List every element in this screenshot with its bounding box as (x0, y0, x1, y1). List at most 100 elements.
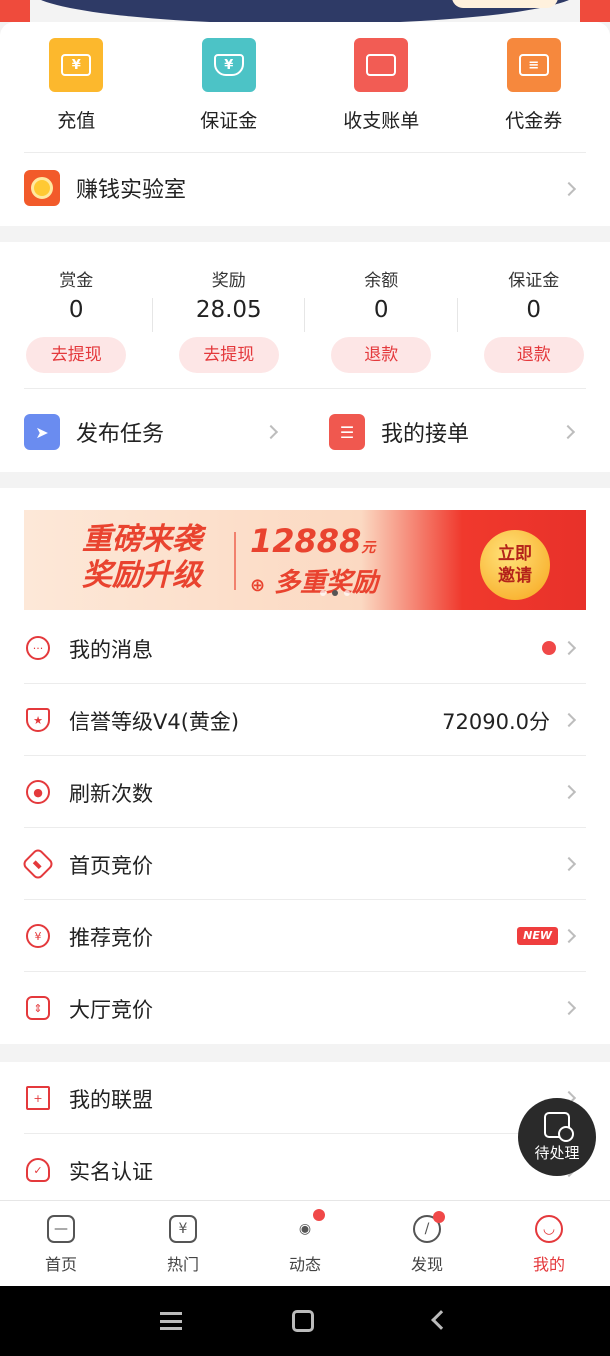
stat-balance: 余额 0 退款 (305, 266, 458, 373)
menu-homepage-bid[interactable]: ▬ 首页竞价 (0, 828, 610, 900)
withdraw-reward-button[interactable]: 去提现 (178, 337, 279, 373)
back-icon[interactable] (431, 1310, 451, 1330)
quick-recharge[interactable]: ¥ 充值 (0, 38, 153, 138)
credit-score: 72090.0分 (442, 710, 550, 734)
menu-label: 我的联盟 (69, 1088, 153, 1112)
menu-refresh-count[interactable]: ● 刷新次数 (0, 756, 610, 828)
refund-deposit-button[interactable]: 退款 (483, 337, 584, 373)
menu-credit-level[interactable]: ★ 信誉等级V4(黄金) 72090.0分 (0, 684, 610, 756)
carousel-dots (320, 590, 350, 596)
stat-value: 0 (373, 297, 389, 323)
message-icon: ··· (26, 636, 50, 660)
menu-label: 推荐竞价 (69, 926, 153, 950)
publish-task-label: 发布任务 (76, 422, 165, 447)
recommend-bid-icon: ¥ (26, 924, 50, 948)
tab-label: 首页 (44, 1255, 77, 1274)
compass-icon: / (413, 1211, 445, 1243)
tab-label: 动态 (288, 1255, 321, 1274)
chevron-right-icon (561, 640, 577, 656)
coin-icon (24, 170, 60, 206)
checklist-icon: ☰ (329, 414, 365, 450)
tab-mine[interactable]: ◡ 我的 (488, 1201, 610, 1286)
notification-dot (313, 1209, 325, 1221)
hall-bid-icon: ⇕ (26, 996, 50, 1020)
auction-hammer-icon: ▬ (21, 847, 55, 881)
money-lab-row[interactable]: 赚钱实验室 (0, 152, 610, 226)
quick-bill[interactable]: 收支账单 (305, 38, 458, 138)
stat-deposit: 保证金 0 退款 (458, 266, 610, 373)
stat-title: 余额 (364, 271, 399, 291)
chevron-right-icon (561, 856, 577, 872)
quick-deposit-label: 保证金 (200, 110, 258, 132)
tab-feed[interactable]: ◉ 动态 (244, 1201, 366, 1286)
bottom-tab-bar: — 首页 ¥ 热门 ◉ 动态 / 发现 ◡ 我的 (0, 1200, 610, 1286)
pending-clock-icon (544, 1111, 574, 1142)
money-lab-label: 赚钱实验室 (76, 178, 187, 203)
chevron-right-icon (263, 424, 279, 440)
banner-subtitle: ⊕ 多重奖励 (250, 568, 379, 598)
menu-label: 首页竞价 (69, 854, 153, 878)
stat-title: 保证金 (508, 271, 560, 291)
withdraw-bounty-button[interactable]: 去提现 (26, 337, 127, 373)
deposit-shield-icon: ¥ (201, 38, 256, 92)
recharge-icon: ¥ (49, 38, 104, 92)
chevron-right-icon (561, 928, 577, 944)
home-button-icon[interactable] (292, 1310, 314, 1332)
home-icon: — (47, 1215, 75, 1243)
chevron-right-icon (561, 784, 577, 800)
stat-title: 奖励 (211, 271, 246, 291)
header-pill-button[interactable] (452, 0, 558, 8)
tab-hot[interactable]: ¥ 热门 (122, 1201, 244, 1286)
my-orders-label: 我的接单 (381, 422, 470, 447)
my-orders-button[interactable]: ☰ 我的接单 (329, 414, 581, 450)
unread-dot (542, 641, 556, 655)
refund-balance-button[interactable]: 退款 (331, 337, 432, 373)
profile-icon: ◡ (535, 1215, 563, 1243)
stat-reward: 奖励 28.05 去提现 (153, 266, 305, 373)
quick-actions-card: ¥ 充值 ¥ 保证金 收支账单 ≡ 代金券 赚钱实验室 (0, 22, 610, 226)
menu-recommend-bid[interactable]: ¥ 推荐竞价 NEW (0, 900, 610, 972)
invite-now-button[interactable]: 立即 邀请 (480, 530, 550, 600)
quick-recharge-label: 充值 (57, 110, 96, 132)
refresh-icon: ● (26, 780, 50, 804)
quick-voucher[interactable]: ≡ 代金券 (458, 38, 610, 138)
stat-bounty: 赏金 0 去提现 (0, 266, 153, 373)
stat-value: 0 (526, 297, 542, 323)
menu-my-messages[interactable]: ··· 我的消息 (0, 612, 610, 684)
quick-voucher-label: 代金券 (505, 110, 563, 132)
tab-label: 我的 (532, 1255, 565, 1274)
tab-label: 热门 (166, 1255, 199, 1274)
menu-hall-bid[interactable]: ⇕ 大厅竞价 (0, 972, 610, 1044)
menu-card: 重磅来袭 奖励升级 12888元 ⊕ 多重奖励 立即 邀请 ··· 我的消息 ★ 信… (0, 488, 610, 1044)
promo-banner[interactable]: 重磅来袭 奖励升级 12888元 ⊕ 多重奖励 立即 邀请 (24, 510, 586, 610)
credit-star-icon: ★ (26, 708, 50, 732)
notification-dot (433, 1211, 445, 1223)
tab-discover[interactable]: / 发现 (366, 1201, 488, 1286)
chevron-right-icon (560, 424, 576, 440)
banner-edge-left (0, 0, 30, 22)
menu-label: 大厅竞价 (69, 998, 153, 1022)
wallet-icon (354, 38, 409, 92)
menu-label: 刷新次数 (69, 782, 153, 806)
publish-task-button[interactable]: ➤ 发布任务 (24, 414, 284, 450)
menu-label: 我的消息 (69, 638, 153, 662)
bookmark-icon: + (26, 1086, 50, 1110)
recent-apps-icon[interactable] (160, 1312, 182, 1330)
quick-bill-label: 收支账单 (343, 110, 420, 132)
pending-float-button[interactable]: 待处理 (518, 1098, 596, 1176)
system-nav-bar (0, 1286, 610, 1356)
stat-value: 28.05 (195, 297, 262, 323)
tab-home[interactable]: — 首页 (0, 1201, 122, 1286)
menu-my-alliance[interactable]: + 我的联盟 (0, 1062, 610, 1134)
user-verify-icon: ✓ (26, 1158, 50, 1182)
menu-label: 实名认证 (69, 1160, 153, 1184)
paper-plane-icon: ➤ (24, 414, 60, 450)
voucher-icon: ≡ (506, 38, 561, 92)
divider (24, 388, 586, 389)
banner-headline: 重磅来袭 奖励升级 (82, 522, 202, 593)
chevron-right-icon (561, 1000, 577, 1016)
chevron-right-icon (561, 712, 577, 728)
banner-edge-right (580, 0, 610, 22)
quick-deposit[interactable]: ¥ 保证金 (153, 38, 306, 138)
new-badge: NEW (517, 927, 558, 945)
